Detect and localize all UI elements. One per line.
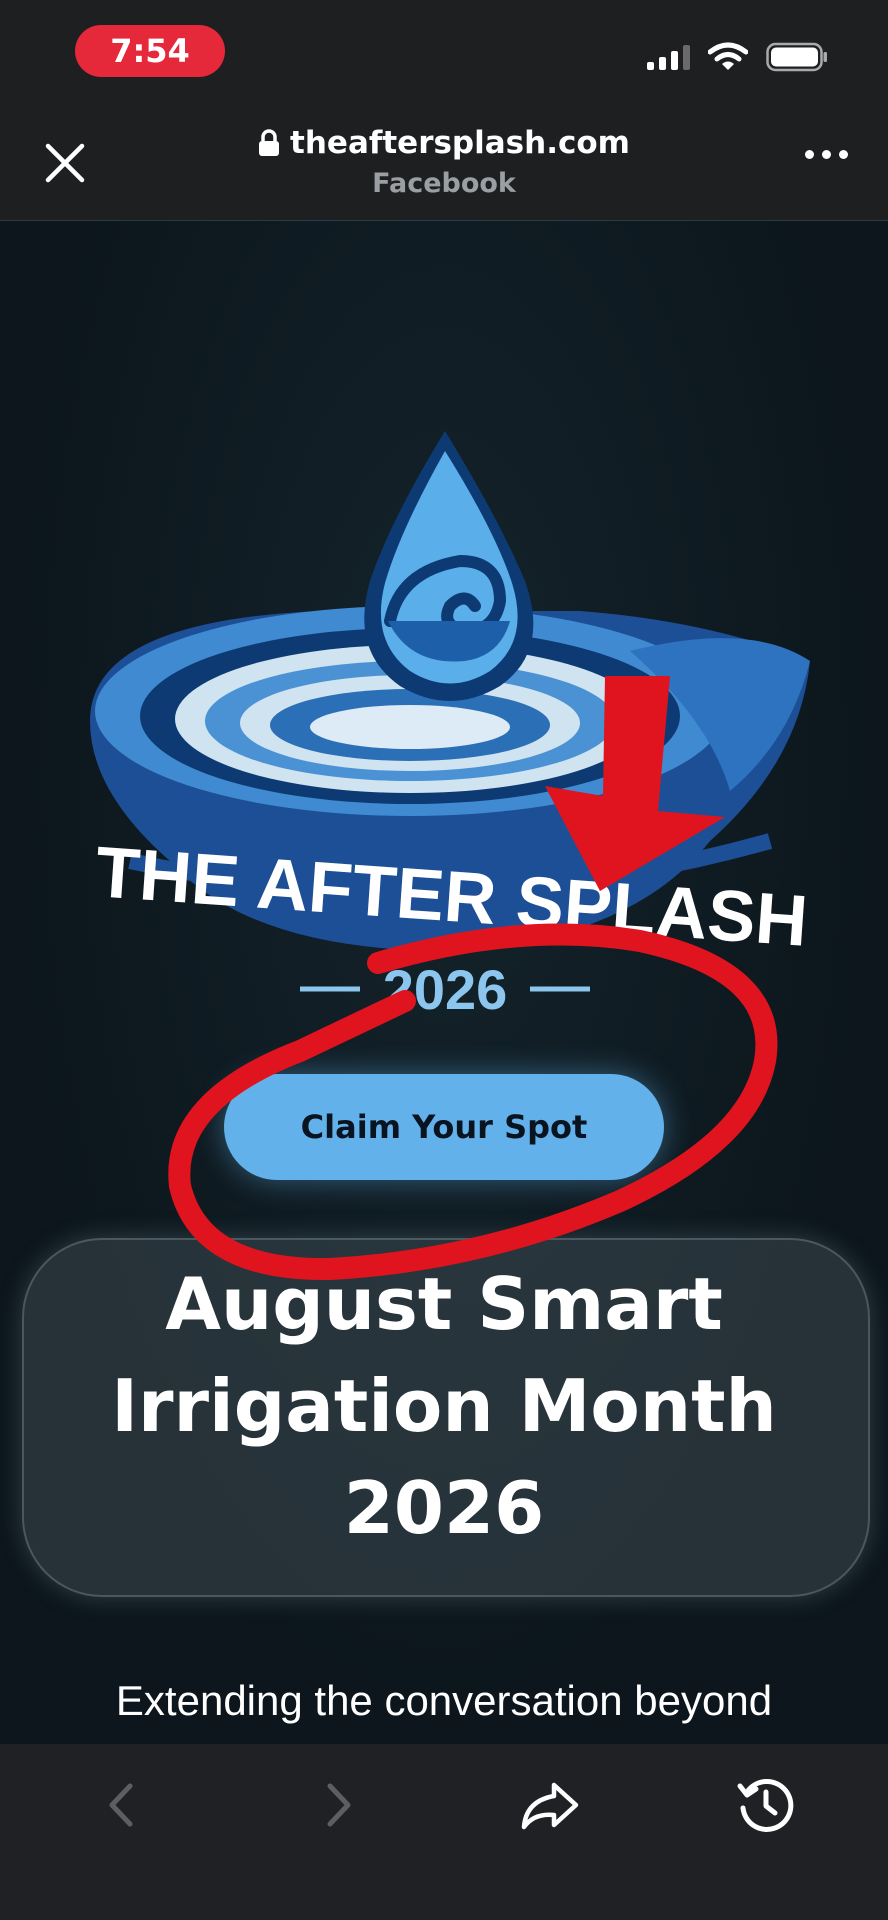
headline-line-3: 2026: [343, 1466, 545, 1550]
url-area[interactable]: theaftersplash.com Facebook: [0, 125, 888, 199]
claim-your-spot-button[interactable]: Claim Your Spot: [224, 1074, 664, 1180]
headline: August Smart Irrigation Month 2026: [22, 1253, 866, 1559]
forward-button[interactable]: [298, 1765, 378, 1845]
url-text: theaftersplash.com: [290, 125, 630, 161]
after-splash-logo: THE AFTER SPLASH 2026: [90, 431, 810, 1021]
forward-icon: [327, 1783, 351, 1827]
history-icon: [737, 1778, 794, 1832]
headline-line-1: August Smart: [165, 1262, 723, 1346]
url-line: theaftersplash.com: [258, 125, 630, 161]
history-button[interactable]: [726, 1765, 806, 1845]
source-label: Facebook: [372, 168, 516, 199]
share-icon: [521, 1782, 579, 1830]
headline-line-2: Irrigation Month: [111, 1364, 777, 1448]
more-options-icon[interactable]: [805, 150, 848, 159]
lock-icon: [259, 129, 280, 156]
status-time[interactable]: 7:54: [75, 25, 225, 77]
status-icons: [647, 42, 828, 72]
wifi-icon: [708, 42, 748, 70]
page-content: THE AFTER SPLASH 2026 August Smart Irrig…: [0, 221, 888, 1744]
share-button[interactable]: [510, 1765, 590, 1845]
subtext: Extending the conversation beyond: [115, 1677, 773, 1724]
battery-icon: [766, 42, 827, 72]
logo-year-text: 2026: [383, 958, 508, 1021]
status-bar: 7:54: [0, 0, 888, 100]
back-icon: [109, 1783, 133, 1827]
back-button[interactable]: [82, 1765, 162, 1845]
cellular-signal-icon: [647, 44, 690, 70]
